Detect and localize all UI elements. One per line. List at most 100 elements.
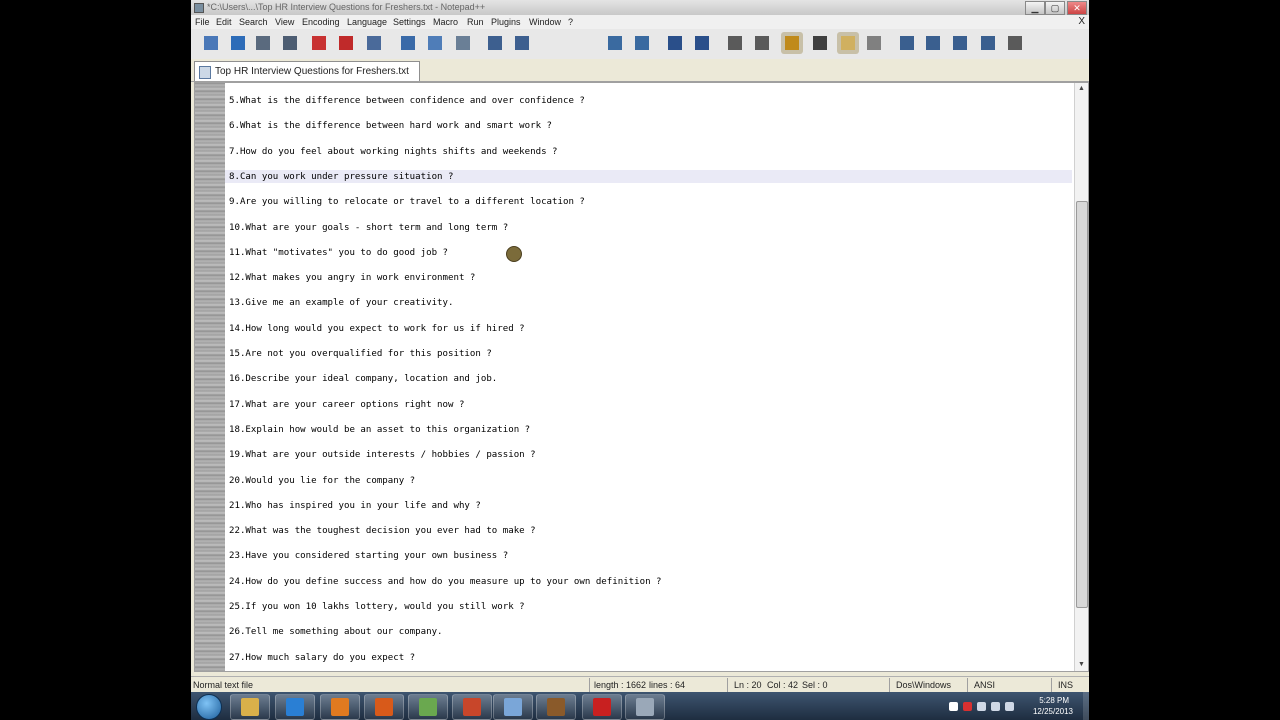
sync-vertical-button[interactable] bbox=[724, 32, 746, 54]
menu-view[interactable]: View bbox=[275, 17, 294, 27]
notepad-plus-plus-task-button[interactable] bbox=[408, 694, 448, 720]
redo-button[interactable] bbox=[511, 32, 533, 54]
menu-edit[interactable]: Edit bbox=[216, 17, 232, 27]
menu-settings[interactable]: Settings bbox=[393, 17, 426, 27]
stop-macro-button[interactable] bbox=[922, 32, 944, 54]
status-divider bbox=[889, 678, 890, 692]
close-doc-button[interactable]: X bbox=[1078, 16, 1085, 27]
firefox-task-button[interactable] bbox=[364, 694, 404, 720]
find-button[interactable] bbox=[604, 32, 626, 54]
record-macro-button[interactable] bbox=[896, 32, 918, 54]
text-line[interactable]: 23.Have you considered starting your own… bbox=[229, 549, 508, 563]
paste-button[interactable] bbox=[452, 32, 474, 54]
scroll-up-arrow-icon[interactable]: ▲ bbox=[1075, 83, 1088, 95]
minimize-button[interactable]: ▁ bbox=[1025, 1, 1045, 15]
menu-language[interactable]: Language bbox=[347, 17, 387, 27]
ie-task-button[interactable] bbox=[275, 694, 315, 720]
menu-encoding[interactable]: Encoding bbox=[302, 17, 340, 27]
menu-plugins[interactable]: Plugins bbox=[491, 17, 521, 27]
text-line[interactable]: 18.Explain how would be an asset to this… bbox=[229, 423, 530, 437]
show-hidden-icon[interactable] bbox=[949, 702, 958, 711]
network-icon[interactable] bbox=[991, 702, 1000, 711]
menu-window[interactable]: Window bbox=[529, 17, 561, 27]
text-line[interactable]: 14.How long would you expect to work for… bbox=[229, 322, 525, 336]
text-line[interactable]: 9.Are you willing to relocate or travel … bbox=[229, 195, 585, 209]
text-line[interactable]: 24.How do you define success and how do … bbox=[229, 575, 662, 589]
camtasia-task-button[interactable] bbox=[536, 694, 576, 720]
word-wrap-button[interactable] bbox=[781, 32, 803, 54]
text-line[interactable]: 17.What are your career options right no… bbox=[229, 398, 464, 412]
play-macro-button[interactable] bbox=[949, 32, 971, 54]
save-all-button[interactable] bbox=[279, 32, 301, 54]
run-macro-multiple-button[interactable] bbox=[977, 32, 999, 54]
close-window-button[interactable]: ✕ bbox=[1067, 1, 1087, 15]
indent-guide-button[interactable] bbox=[837, 32, 859, 54]
text-line[interactable]: 5.What is the difference between confide… bbox=[229, 94, 585, 108]
tab-document[interactable]: Top HR Interview Questions for Freshers.… bbox=[194, 61, 420, 81]
volume-icon[interactable] bbox=[977, 702, 986, 711]
sync-horizontal-button[interactable] bbox=[751, 32, 773, 54]
text-line[interactable]: 25.If you won 10 lakhs lottery, would yo… bbox=[229, 600, 525, 614]
editor-task-button[interactable] bbox=[625, 694, 665, 720]
maximize-button[interactable]: ▢ bbox=[1045, 1, 1065, 15]
show-all-chars-button[interactable] bbox=[809, 32, 831, 54]
text-area[interactable]: 5.What is the difference between confide… bbox=[225, 83, 1072, 671]
close-button[interactable] bbox=[308, 32, 330, 54]
open-file-button[interactable] bbox=[227, 32, 249, 54]
text-line[interactable]: 12.What makes you angry in work environm… bbox=[229, 271, 475, 285]
save-all-icon bbox=[283, 36, 297, 50]
text-line[interactable]: 8.Can you work under pressure situation … bbox=[229, 170, 453, 184]
cut-button[interactable] bbox=[397, 32, 419, 54]
text-line[interactable]: 20.Would you lie for the company ? bbox=[229, 474, 415, 488]
text-line[interactable]: 15.Are not you overqualified for this po… bbox=[229, 347, 492, 361]
zoom-in-button[interactable] bbox=[664, 32, 686, 54]
text-line[interactable]: 26.Tell me something about our company. bbox=[229, 625, 443, 639]
new-file-button[interactable] bbox=[200, 32, 222, 54]
menu-help[interactable]: ? bbox=[568, 17, 573, 27]
text-line[interactable]: 6.What is the difference between hard wo… bbox=[229, 119, 552, 133]
text-line[interactable]: 10.What are your goals - short term and … bbox=[229, 221, 508, 235]
scrollbar-thumb[interactable] bbox=[1076, 201, 1088, 608]
print-button[interactable] bbox=[363, 32, 385, 54]
menu-macro[interactable]: Macro bbox=[433, 17, 458, 27]
start-button[interactable] bbox=[196, 694, 222, 720]
zoom-out-button[interactable] bbox=[691, 32, 713, 54]
print-icon bbox=[367, 36, 381, 50]
text-line[interactable]: 16.Describe your ideal company, location… bbox=[229, 372, 497, 386]
show-desktop-button[interactable] bbox=[1083, 692, 1089, 720]
media-player-task-button[interactable] bbox=[320, 694, 360, 720]
vertical-scrollbar[interactable]: ▲ ▼ bbox=[1074, 83, 1088, 671]
replace-button[interactable] bbox=[631, 32, 653, 54]
text-line[interactable]: 13.Give me an example of your creativity… bbox=[229, 296, 453, 310]
undo-button[interactable] bbox=[484, 32, 506, 54]
text-line[interactable]: 27.How much salary do you expect ? bbox=[229, 651, 415, 665]
close-all-button[interactable] bbox=[335, 32, 357, 54]
acrobat-task-button[interactable] bbox=[582, 694, 622, 720]
save-macro-button[interactable] bbox=[1004, 32, 1026, 54]
menu-file[interactable]: File bbox=[195, 17, 210, 27]
menu-search[interactable]: Search bbox=[239, 17, 268, 27]
menu-run[interactable]: Run bbox=[467, 17, 484, 27]
app-tray-icon[interactable] bbox=[963, 702, 972, 711]
editor[interactable]: 5.What is the difference between confide… bbox=[194, 82, 1089, 672]
text-line[interactable]: 21.Who has inspired you in your life and… bbox=[229, 499, 481, 513]
camtasia-icon bbox=[547, 698, 565, 716]
copy-button[interactable] bbox=[424, 32, 446, 54]
text-line[interactable]: 22.What was the toughest decision you ev… bbox=[229, 524, 536, 538]
explorer-task-button[interactable] bbox=[230, 694, 270, 720]
zoom-out-icon bbox=[695, 36, 709, 50]
save-button[interactable] bbox=[252, 32, 274, 54]
document-icon bbox=[199, 66, 211, 79]
powerpoint-task-button[interactable] bbox=[452, 694, 492, 720]
text-line[interactable]: 11.What "motivates" you to do good job ? bbox=[229, 246, 448, 260]
doc-map-button[interactable] bbox=[863, 32, 885, 54]
title-bar[interactable]: *C:\Users\...\Top HR Interview Questions… bbox=[191, 0, 1089, 15]
flag-icon[interactable] bbox=[1005, 702, 1014, 711]
notepad-window: *C:\Users\...\Top HR Interview Questions… bbox=[191, 0, 1089, 693]
clock-time[interactable]: 5:28 PM bbox=[1039, 696, 1069, 705]
document-task-button[interactable] bbox=[493, 694, 533, 720]
scroll-down-arrow-icon[interactable]: ▼ bbox=[1075, 659, 1088, 671]
text-line[interactable]: 19.What are your outside interests / hob… bbox=[229, 448, 536, 462]
clock-date[interactable]: 12/25/2013 bbox=[1033, 707, 1073, 716]
text-line[interactable]: 7.How do you feel about working nights s… bbox=[229, 145, 558, 159]
